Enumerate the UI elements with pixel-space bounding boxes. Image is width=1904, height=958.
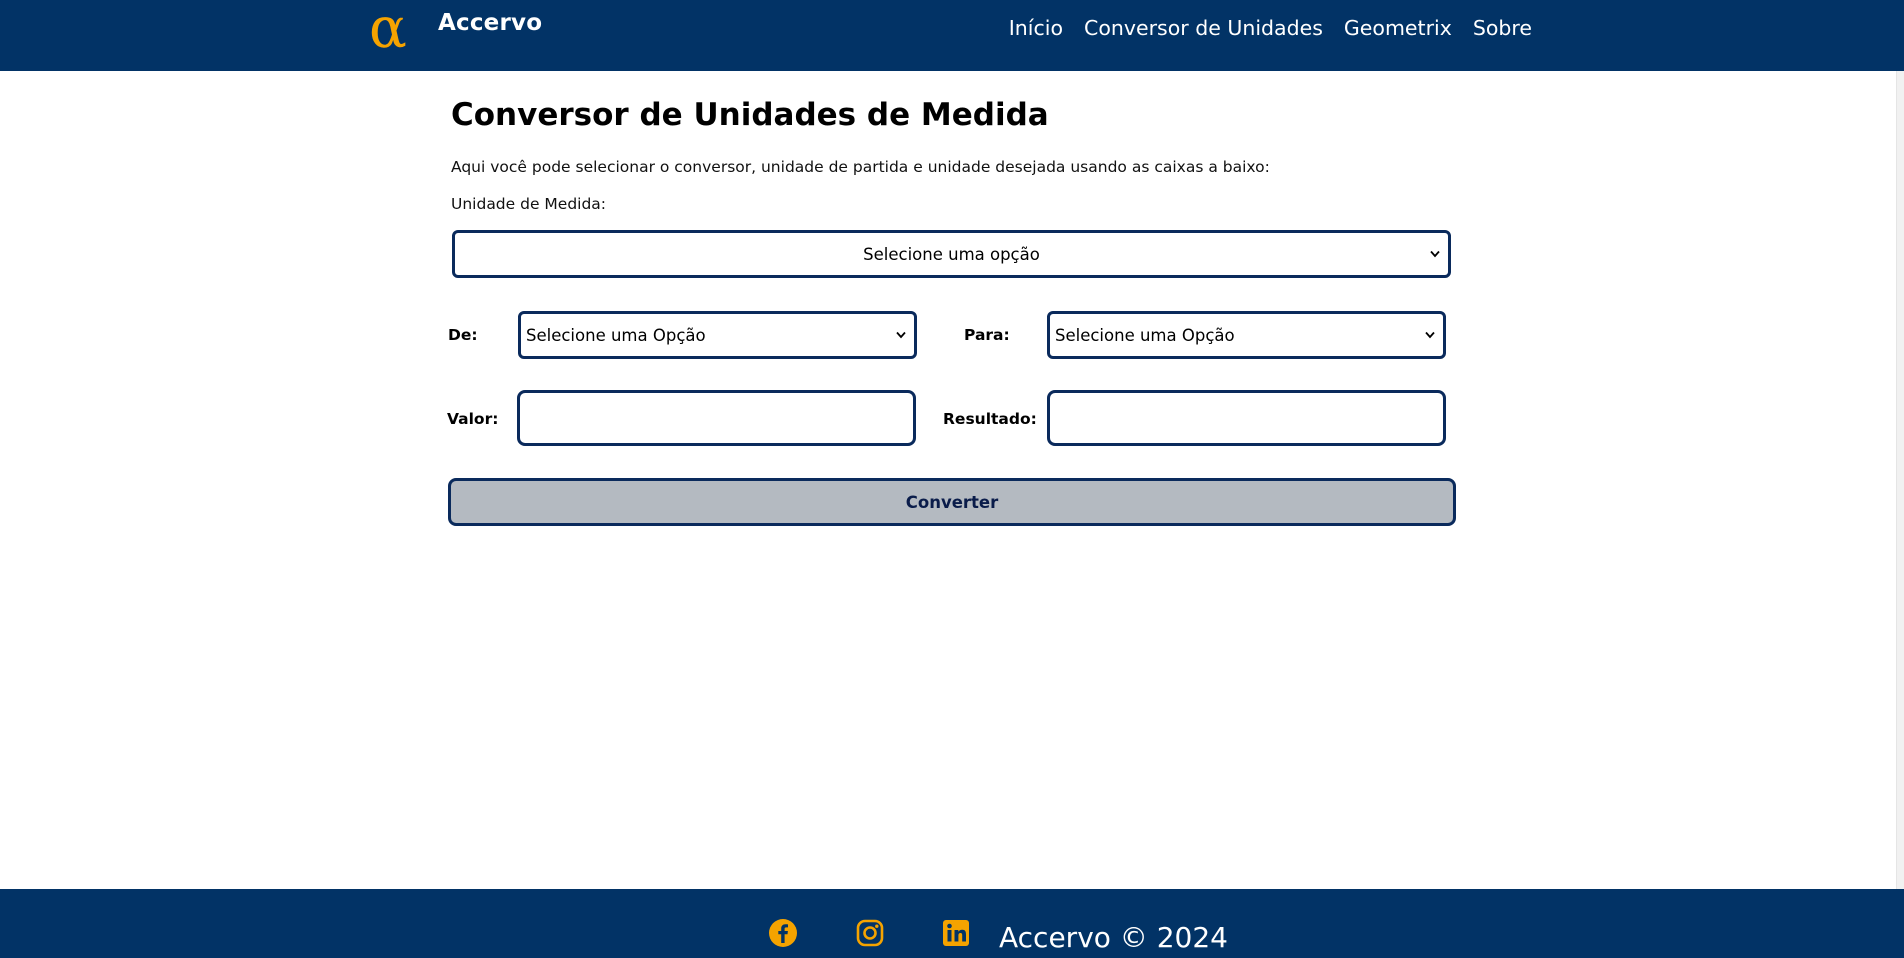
convert-button[interactable]: Converter [448, 478, 1456, 526]
nav-conversor-unidades[interactable]: Conversor de Unidades [1084, 16, 1323, 40]
from-unit-select[interactable]: Selecione uma Opção [518, 311, 917, 359]
nav-geometrix[interactable]: Geometrix [1344, 16, 1452, 40]
value-input[interactable] [517, 390, 916, 446]
linkedin-icon[interactable] [941, 918, 971, 948]
page-title: Conversor de Unidades de Medida [451, 97, 1049, 133]
scrollbar[interactable] [1896, 71, 1904, 889]
brand-name[interactable]: Accervo [438, 10, 542, 36]
main-nav: Início Conversor de Unidades Geometrix S… [1009, 16, 1532, 40]
facebook-icon[interactable] [768, 918, 798, 948]
instagram-icon[interactable] [855, 918, 885, 948]
chevron-down-icon [1430, 250, 1440, 258]
page-description: Aqui você pode selecionar o conversor, u… [451, 158, 1270, 176]
from-unit-select-value: Selecione uma Opção [526, 325, 706, 345]
from-label: De: [448, 326, 478, 344]
svg-text:α: α [369, 0, 407, 56]
result-output[interactable] [1047, 390, 1446, 446]
result-label: Resultado: [943, 410, 1037, 428]
chevron-down-icon [896, 331, 906, 339]
to-unit-select-value: Selecione uma Opção [1055, 325, 1235, 345]
unit-type-label: Unidade de Medida: [451, 195, 607, 213]
nav-sobre[interactable]: Sobre [1473, 16, 1532, 40]
to-unit-select[interactable]: Selecione uma Opção [1047, 311, 1446, 359]
value-label: Valor: [447, 410, 499, 428]
alpha-icon[interactable]: α [369, 0, 421, 56]
footer-copyright: Accervo © 2024 [999, 921, 1228, 954]
top-navbar: α Accervo Início Conversor de Unidades G… [0, 0, 1904, 71]
to-label: Para: [964, 326, 1010, 344]
unit-type-select[interactable]: Selecione uma opção [452, 230, 1451, 278]
unit-type-select-value: Selecione uma opção [863, 244, 1040, 264]
chevron-down-icon [1425, 331, 1435, 339]
nav-inicio[interactable]: Início [1009, 16, 1063, 40]
